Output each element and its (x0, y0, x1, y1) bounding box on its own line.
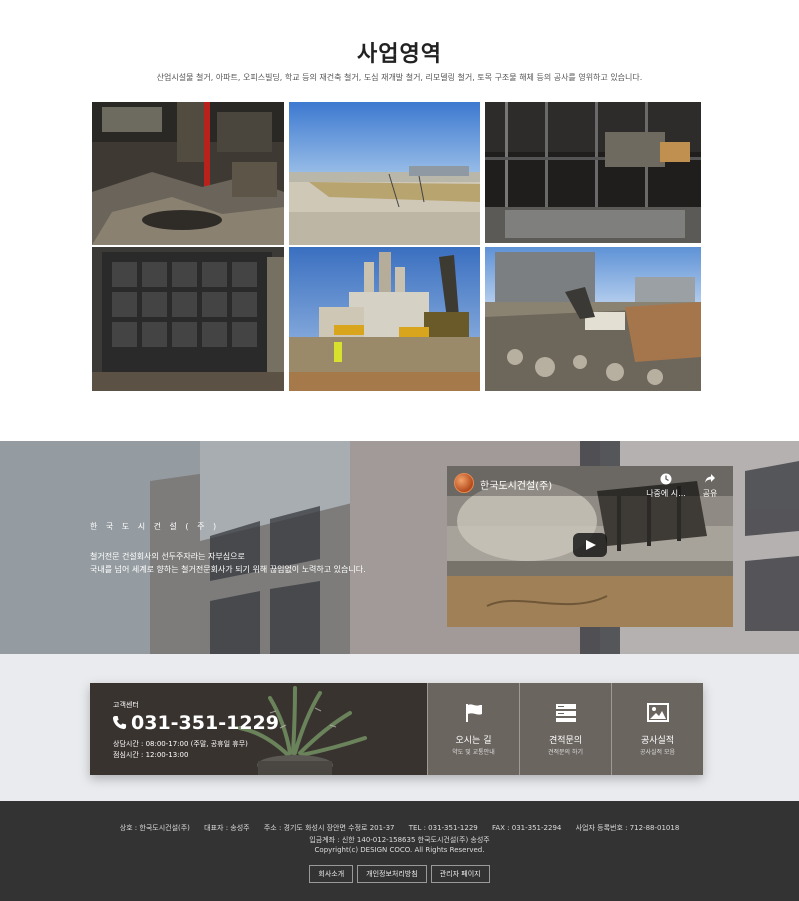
quick-link-title: 오시는 길 (455, 736, 492, 746)
banner-slogan-line2: 국내를 넘어 세계로 향하는 철거전문회사가 되기 위해 끊임없이 노력하고 있… (90, 565, 366, 574)
share-button[interactable]: 공유 (696, 473, 724, 499)
footer-ceo: 대표자 : 송성주 (204, 824, 250, 832)
photo-machinery (92, 247, 284, 391)
quick-link-subtitle: 공사실적 모음 (639, 749, 676, 756)
privacy-policy-button[interactable]: 개인정보처리방침 (357, 865, 427, 883)
play-button[interactable] (573, 533, 607, 557)
lunch-hours: 점심시간 : 12:00-13:00 (113, 751, 189, 759)
business-section: 사업영역 산업시설물 철거, 아파트, 오피스빌딩, 학교 등의 재건축 철거,… (0, 0, 799, 441)
business-photo-grid (92, 102, 701, 391)
quick-link-subtitle: 약도 및 교통안내 (452, 749, 495, 756)
quick-link-directions[interactable]: 오시는 길 약도 및 교통안내 (427, 683, 519, 775)
banner-slogan-line1: 철거전문 건설회사의 선두주자라는 자부심으로 (90, 552, 245, 561)
business-description: 산업시설물 철거, 아파트, 오피스빌딩, 학교 등의 재건축 철거, 도심 재… (156, 73, 643, 82)
customer-center-phone[interactable]: 031-351-1229 (112, 712, 279, 734)
quick-link-portfolio[interactable]: 공사실적 공사실적 모음 (611, 683, 703, 775)
watch-later-button[interactable]: 나중에 시... (646, 473, 686, 499)
footer-copyright: Copyright(c) DESIGN COCO. All Rights Res… (314, 846, 485, 854)
quick-link-title: 견적문의 (548, 736, 583, 746)
phone-icon (112, 715, 127, 730)
company-intro-button[interactable]: 회사소개 (309, 865, 354, 883)
admin-page-button[interactable]: 관리자 페이지 (430, 865, 490, 883)
video-channel-title[interactable]: 한국도시건설(주) (480, 477, 552, 492)
quick-link-estimate[interactable]: 견적문의 견적문의 하기 (519, 683, 611, 775)
footer-company: 상호 : 한국도시건설(주) (119, 824, 190, 832)
photo-factory-interior (92, 102, 284, 245)
customer-center-label: 고객센터 (113, 701, 139, 709)
business-title: 사업영역 (357, 42, 442, 67)
footer-biz-number: 사업자 등록번호 : 712-88-01018 (575, 824, 680, 832)
banner-company-name: 한 국 도 시 건 설 ( 주 ) (90, 522, 220, 531)
footer-buttons: 회사소개 개인정보처리방침 관리자 페이지 (0, 865, 799, 883)
footer-fax: FAX : 031-351-2294 (491, 824, 562, 832)
share-label: 공유 (702, 489, 718, 498)
footer-account: 입금계좌 : 신한 140-012-158635 한국도시건설(주) 송성주 (309, 836, 490, 844)
footer-address: 주소 : 경기도 화성시 장안면 수정로 201-37 (263, 824, 395, 832)
clock-icon (660, 473, 672, 485)
footer-company-info: 상호 : 한국도시건설(주) 대표자 : 송성주 주소 : 경기도 화성시 장안… (0, 823, 799, 833)
photo-cleared-site (289, 102, 480, 245)
customer-center-contact: 고객센터 031-351-1229 상담시간 : 08:00-17:00 (주말… (90, 683, 427, 775)
watch-later-label: 나중에 시... (646, 489, 686, 498)
footer: 상호 : 한국도시건설(주) 대표자 : 송성주 주소 : 경기도 화성시 장안… (0, 801, 799, 901)
footer-tel: TEL : 031-351-1229 (408, 824, 478, 832)
channel-avatar[interactable] (454, 473, 474, 493)
photo-excavator-plant (289, 247, 480, 391)
consult-hours: 상담시간 : 08:00-17:00 (주말, 공휴일 휴무) (113, 740, 248, 748)
image-icon (647, 703, 669, 722)
customer-center-box: 고객센터 031-351-1229 상담시간 : 08:00-17:00 (주말… (90, 683, 703, 775)
server-icon (556, 704, 576, 722)
phone-number: 031-351-1229 (131, 712, 279, 734)
quick-link-subtitle: 견적문의 하기 (547, 749, 584, 756)
share-arrow-icon (705, 474, 715, 483)
flag-icon (466, 704, 482, 722)
photo-rubble-site (485, 247, 701, 391)
quick-link-title: 공사실적 (640, 736, 675, 746)
photo-steel-frame (485, 102, 701, 243)
video-player[interactable]: 한국도시건설(주) 나중에 시... 공유 (447, 466, 733, 627)
